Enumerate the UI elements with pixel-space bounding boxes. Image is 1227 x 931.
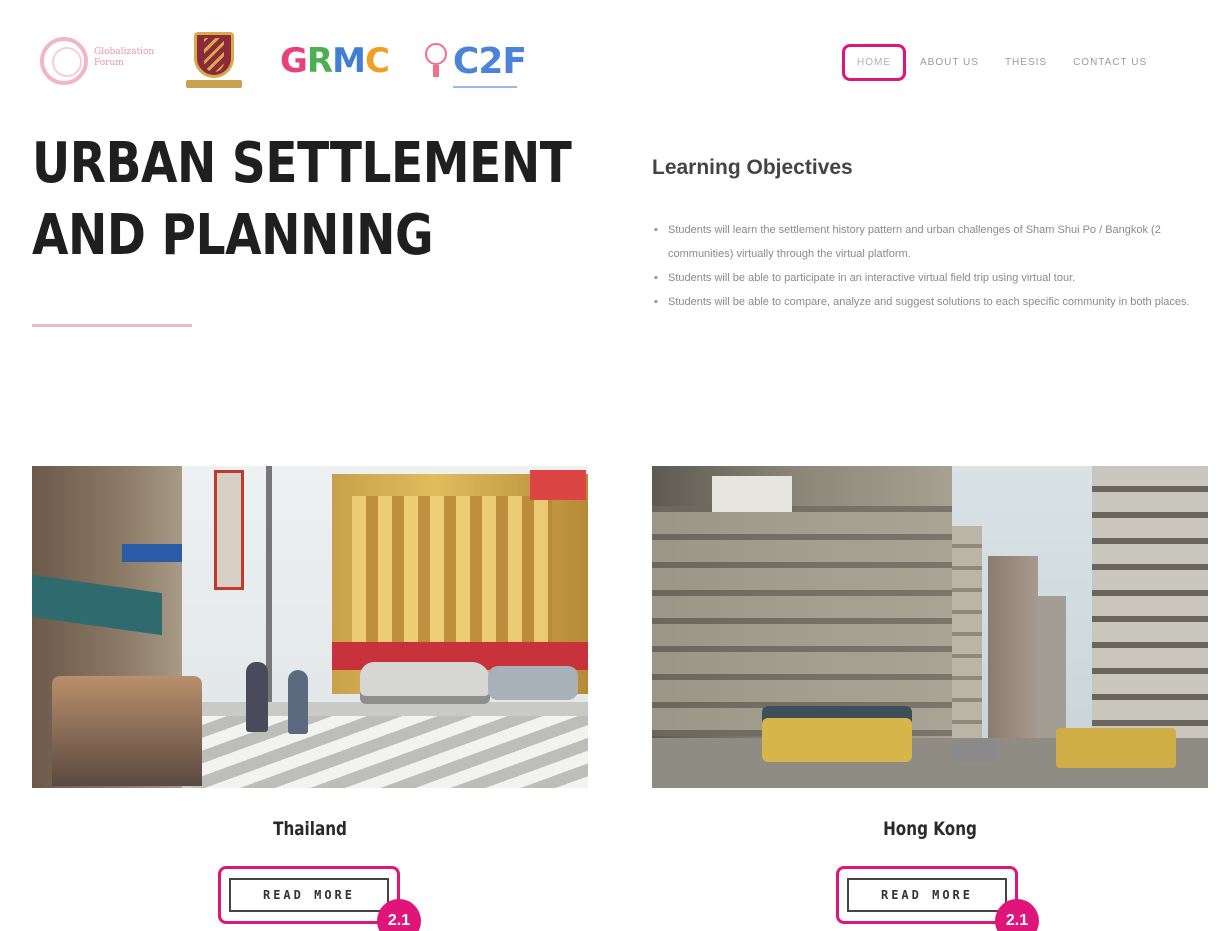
logo-strip: Globalization Forum GRMC C2F — [36, 28, 560, 94]
nav-about-us[interactable]: ABOUT US — [920, 57, 979, 68]
step-badge: 2.1 — [995, 899, 1039, 931]
thailand-street-photo[interactable] — [32, 466, 588, 788]
photo-blue-sign — [122, 544, 182, 562]
photo-person — [288, 670, 308, 734]
read-more-button-thailand[interactable]: READ MORE — [229, 878, 389, 912]
crest-stripe — [204, 38, 224, 72]
photo-billboard — [712, 476, 792, 512]
ring-logo-text-line2: Forum — [94, 58, 124, 68]
page-title-line1: URBAN SETTLEMENT — [32, 131, 572, 196]
photo-vertical-sign — [214, 470, 244, 590]
nav-thesis[interactable]: THESIS — [1005, 57, 1047, 68]
card-title-hong-kong: Hong Kong — [883, 818, 977, 840]
c2f-logo[interactable]: C2F — [423, 40, 527, 88]
grmc-letter: M — [332, 41, 366, 81]
crest-base — [186, 80, 242, 88]
card-title-thailand: Thailand — [273, 818, 347, 840]
main-nav: HOME ABOUT US THESIS CONTACT US — [842, 44, 1147, 81]
photo-car-2 — [488, 666, 578, 700]
lamp-stem — [432, 65, 439, 77]
c2f-underline — [452, 85, 517, 88]
grmc-logo-text: GRMC — [280, 41, 390, 81]
photo-car — [952, 740, 998, 762]
ring-logo-inner — [52, 47, 82, 77]
grmc-letter: R — [306, 41, 333, 81]
photo-building-columns — [352, 496, 552, 646]
hong-kong-street-photo[interactable] — [652, 466, 1208, 788]
read-more-highlight: READ MORE 2.1 — [836, 866, 1039, 931]
photo-tower-2 — [1036, 596, 1066, 746]
step-badge: 2.1 — [377, 899, 421, 931]
read-more-highlight: READ MORE 2.1 — [218, 866, 421, 931]
photo-building-floors — [652, 506, 952, 736]
photo-bus — [762, 706, 912, 762]
card-hong-kong: Hong Kong READ MORE 2.1 — [652, 466, 1208, 931]
grmc-logo[interactable]: GRMC — [280, 41, 390, 81]
objective-item: Students will be able to compare, analyz… — [652, 290, 1192, 314]
photo-person — [246, 662, 268, 732]
photo-street-stall — [52, 676, 202, 786]
photo-tower — [988, 556, 1038, 746]
page-title-line2: AND PLANNING — [32, 203, 434, 268]
photo-car — [360, 662, 490, 704]
title-divider — [32, 324, 192, 327]
photo-building-right — [1092, 466, 1208, 746]
lamp-icon — [423, 41, 449, 81]
objective-item: Students will learn the settlement histo… — [652, 218, 1192, 266]
card-thailand: Thailand READ MORE 2.1 — [32, 466, 588, 931]
ring-logo[interactable]: Globalization Forum — [36, 33, 154, 89]
nav-contact-us[interactable]: CONTACT US — [1073, 57, 1147, 68]
ring-logo-text: Globalization Forum — [94, 47, 154, 69]
site-header: Globalization Forum GRMC C2F HOME ABOUT … — [0, 0, 1227, 112]
lamp-globe — [424, 43, 447, 65]
objectives-heading: Learning Objectives — [652, 156, 853, 179]
read-more-button-hong-kong[interactable]: READ MORE — [847, 878, 1007, 912]
page-title: URBAN SETTLEMENT AND PLANNING — [32, 128, 572, 272]
grmc-letter: G — [280, 41, 308, 81]
university-crest-logo[interactable] — [182, 30, 246, 92]
photo-bus-2 — [1056, 728, 1176, 768]
objectives-list: Students will learn the settlement histo… — [652, 218, 1192, 314]
c2f-logo-text: C2F — [452, 40, 527, 82]
ring-logo-text-line1: Globalization — [94, 47, 155, 57]
nav-home[interactable]: HOME — [842, 44, 906, 81]
objective-item: Students will be able to participate in … — [652, 266, 1192, 290]
grmc-letter: C — [364, 41, 390, 81]
photo-red-sign — [530, 470, 586, 500]
